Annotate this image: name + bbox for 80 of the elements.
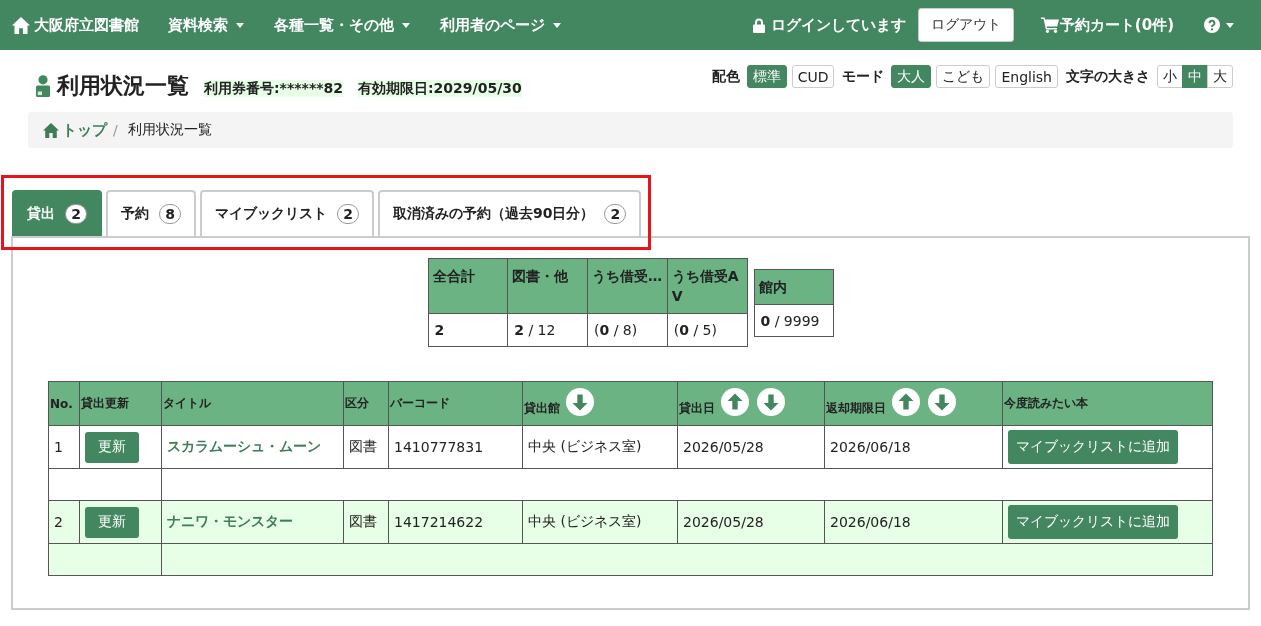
setting-label: 文字の大きさ [1066,67,1150,86]
table-cell: 1417214622 [388,500,523,544]
column-header: バーコード [390,396,450,410]
setting-option-button[interactable]: 大人 [891,65,932,88]
table-cell: 2 [428,313,508,347]
setting-option-button[interactable]: 小 [1157,65,1183,88]
table-cell: 2 / 12 [507,313,588,347]
column-header: 返却期限日 [826,401,886,415]
column-header: 貸出日 [679,401,715,415]
book-title-link[interactable]: ナニワ・モンスター [167,513,293,529]
menu-dropdown[interactable]: 利用者のページ [425,0,576,50]
column-header: 貸出館 [524,401,560,415]
column-header: 区分 [345,396,369,410]
home-icon [12,16,30,34]
table-cell: (0 / 8) [587,313,668,347]
breadcrumb-separator: / [113,122,118,138]
setting-option-button[interactable]: 大 [1207,65,1233,88]
expiry-date-text: 有効期限日:2029/05/30 [358,80,522,97]
setting-option-button[interactable]: こども [936,65,991,88]
cart-link[interactable]: 予約カート(0件) [1040,15,1174,35]
table-cell: 2026/06/18 [824,425,1003,469]
column-header: うち借受… [592,268,662,284]
count-badge: 2 [337,204,359,224]
tab[interactable]: 予約 8 [106,190,196,236]
help-icon [1204,17,1220,33]
table-cell: 2 [48,500,80,544]
column-header: 全合計 [432,268,475,284]
caret-icon [553,22,561,28]
count-badge: 8 [159,204,181,224]
menu-dropdown[interactable]: 資料検索 [153,0,259,50]
breadcrumb-home-link[interactable]: トップ [43,120,107,140]
add-to-mybook-button[interactable]: マイブックリストに追加 [1008,505,1178,539]
column-header: 図書・他 [512,268,569,284]
caret-icon [402,22,410,28]
caret-icon [1226,22,1234,28]
column-header: タイトル [163,396,211,410]
home-icon [43,122,59,138]
table-cell: 2026/05/28 [677,425,825,469]
logout-button[interactable]: ログアウト [917,8,1014,42]
setting-option-button[interactable]: 中 [1182,65,1208,88]
renew-button[interactable]: 更新 [85,431,139,463]
tab[interactable]: マイブックリスト 2 [200,190,374,236]
book-title-link[interactable]: スカラムーシュ・ムーン [167,438,321,454]
menu-dropdown[interactable]: 各種一覧・その他 [259,0,425,50]
help-menu-button[interactable] [1204,17,1234,33]
count-badge: 2 [65,204,87,224]
cart-icon [1040,17,1059,33]
table-cell: 2026/06/18 [824,500,1003,544]
setting-label: 配色 [711,67,740,86]
column-header: 館内 [758,279,787,295]
user-icon [35,75,51,97]
home-link[interactable]: 大阪府立図書館 [12,15,139,35]
page-title: 利用状況一覧 [57,72,189,100]
column-header: No. [50,396,73,411]
setting-option-button[interactable]: CUD [791,65,835,88]
table-cell: 中央 (ビジネス室) [522,500,678,544]
setting-option-button[interactable]: English [995,65,1058,88]
renew-button[interactable]: 更新 [85,506,139,538]
table-cell: 図書 [343,425,389,469]
column-header: 貸出更新 [81,396,129,410]
setting-label: モード [842,67,885,86]
lock-icon [752,17,765,33]
table-cell: 1410777831 [388,425,523,469]
login-status-text: ログインしています [770,15,906,35]
tab[interactable]: 取消済みの予約（過去90日分） 2 [378,190,642,236]
caret-icon [236,22,244,28]
table-cell: 中央 (ビジネス室) [522,425,678,469]
add-to-mybook-button[interactable]: マイブックリストに追加 [1008,430,1178,464]
breadcrumb-current: 利用状況一覧 [127,121,212,139]
tab[interactable]: 貸出 2 [12,190,102,236]
setting-option-button[interactable]: 標準 [746,65,787,88]
column-header: 今度読みたい本 [1004,396,1088,410]
table-cell: (0 / 5) [667,313,747,347]
count-badge: 2 [604,204,627,224]
column-header: うち借受AV [671,268,739,304]
table-cell: 0 / 9999 [754,304,833,337]
table-cell: 1 [48,425,80,469]
table-cell: 2026/05/28 [677,500,825,544]
table-cell: 図書 [343,500,389,544]
card-number-text: 利用券番号:******82 [204,80,343,97]
